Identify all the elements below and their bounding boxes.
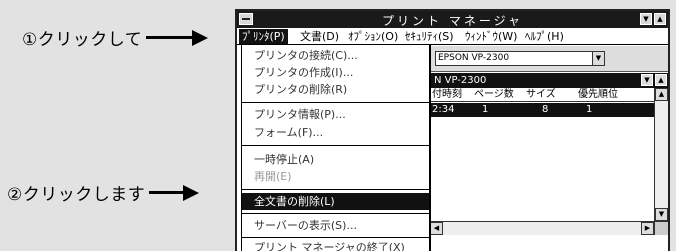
col-size[interactable]: サイズ xyxy=(526,88,556,102)
scroll-corner xyxy=(654,221,668,235)
cell-priority: 1 xyxy=(586,104,593,115)
menu-bar: ﾌﾟﾘﾝﾀ(P) 文書(D) ｵﾌﾟｼｮﾝ(O) ｾｷｭﾘﾃｨ(S) ｳｨﾝﾄﾞ… xyxy=(237,28,668,45)
step2-arrow-icon xyxy=(149,184,200,201)
menu-item-purge-documents[interactable]: 全文書の削除(L) xyxy=(242,193,429,210)
step2-label: ②クリックします xyxy=(7,185,146,205)
print-manager-window: プリント マネージャ ▼ ▲ ﾌﾟﾘﾝﾀ(P) 文書(D) ｵﾌﾟｼｮﾝ(O) … xyxy=(235,9,670,251)
menu-security[interactable]: ｾｷｭﾘﾃｨ(S) xyxy=(402,29,457,44)
vertical-scrollbar[interactable]: ▲ ▼ xyxy=(654,88,668,221)
menu-item-pause[interactable]: 一時停止(A) xyxy=(242,151,429,168)
col-pages[interactable]: ページ数 xyxy=(474,88,514,102)
printer-select[interactable]: EPSON VP-2300 ▼ xyxy=(435,51,605,66)
menu-document[interactable]: 文書(D) xyxy=(297,29,342,44)
menu-separator xyxy=(242,189,429,190)
menu-printer[interactable]: ﾌﾟﾘﾝﾀ(P) xyxy=(239,29,288,44)
queue-window-titlebar[interactable]: N VP-2300 ▼ ▲ xyxy=(430,73,668,88)
step1-annotation: ①クリックして xyxy=(22,25,209,50)
toolbar: EPSON VP-2300 ▼ xyxy=(430,46,668,72)
col-time[interactable]: 付時刻 xyxy=(432,88,462,102)
cell-pages: 1 xyxy=(482,104,489,115)
menu-item-connect-printer[interactable]: プリンタの接続(C)... xyxy=(242,47,429,64)
printer-select-value: EPSON VP-2300 xyxy=(438,53,510,63)
menu-separator xyxy=(242,237,429,238)
scroll-right-icon[interactable]: ▶ xyxy=(641,222,654,235)
title-bar[interactable]: プリント マネージャ ▼ ▲ xyxy=(237,11,668,28)
menu-item-exit[interactable]: プリント マネージャの終了(X) xyxy=(242,239,429,251)
horizontal-scrollbar[interactable]: ◀ ▶ xyxy=(430,221,654,235)
menu-separator xyxy=(242,102,429,103)
menu-help[interactable]: ﾍﾙﾌﾟ(H) xyxy=(522,29,567,44)
step1-label: ①クリックして xyxy=(22,30,143,50)
chevron-down-icon[interactable]: ▼ xyxy=(592,51,605,66)
queue-minimize-button[interactable]: ▼ xyxy=(641,74,653,86)
menu-separator xyxy=(242,213,429,214)
menu-separator xyxy=(242,145,429,146)
table-row[interactable]: 2:34 1 8 1 xyxy=(430,103,654,117)
menu-item-forms[interactable]: フォーム(F)... xyxy=(242,124,429,141)
menu-item-resume: 再開(E) xyxy=(254,170,292,183)
scroll-left-icon[interactable]: ◀ xyxy=(430,222,443,235)
window-title: プリント マネージャ xyxy=(382,14,523,28)
menu-options[interactable]: ｵﾌﾟｼｮﾝ(O) xyxy=(345,29,401,44)
minimize-button[interactable]: ▼ xyxy=(640,13,652,25)
cell-time: 2:34 xyxy=(432,104,455,115)
step2-annotation: ②クリックします xyxy=(7,180,200,205)
menu-item-create-printer[interactable]: プリンタの作成(I)... xyxy=(242,64,429,81)
printer-menu-dropdown: プリンタの接続(C)... プリンタの作成(I)... プリンタの削除(R) プ… xyxy=(241,44,431,251)
scroll-down-icon[interactable]: ▼ xyxy=(655,208,668,221)
menu-item-remove-printer[interactable]: プリンタの削除(R) xyxy=(242,81,429,98)
col-priority[interactable]: 優先順位 xyxy=(578,88,618,102)
scroll-up-icon[interactable]: ▲ xyxy=(655,88,668,101)
queue-column-header: 付時刻 ページ数 サイズ 優先順位 xyxy=(430,88,654,102)
menu-item-view-server[interactable]: サーバーの表示(S)... xyxy=(242,217,429,234)
cell-size: 8 xyxy=(542,104,549,115)
menu-window[interactable]: ｳｨﾝﾄﾞｳ(W) xyxy=(462,29,520,44)
queue-maximize-button[interactable]: ▲ xyxy=(655,74,667,86)
maximize-button[interactable]: ▲ xyxy=(654,13,666,25)
menu-item-printer-properties[interactable]: プリンタ情報(P)... xyxy=(242,106,429,123)
step1-arrow-icon xyxy=(146,29,209,46)
queue-window-title: N VP-2300 xyxy=(434,75,487,86)
